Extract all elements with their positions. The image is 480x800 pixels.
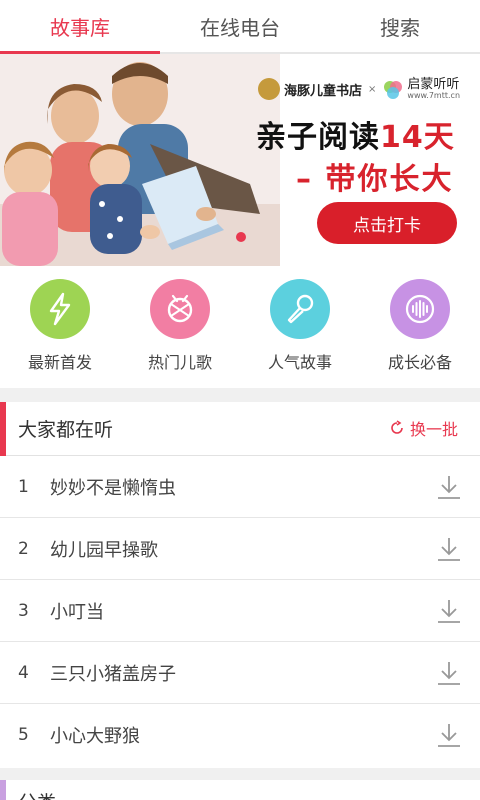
category-label: 人气故事: [267, 353, 332, 372]
download-icon[interactable]: [436, 721, 462, 749]
track-number: 5: [18, 725, 29, 745]
category-growth-essentials[interactable]: 成长必备: [360, 266, 480, 388]
drum-icon: [150, 279, 210, 339]
category-label: 热门儿歌: [147, 353, 212, 372]
section-accent-bar: [0, 780, 6, 800]
category-hot-songs[interactable]: 热门儿歌: [120, 266, 240, 388]
track-number: 3: [18, 600, 29, 621]
tab-online-radio[interactable]: 在线电台: [160, 0, 320, 52]
partner1-name: 海豚儿童书店: [284, 83, 363, 99]
category-label: 最新首发: [27, 353, 92, 372]
refresh-icon: [391, 420, 403, 434]
track-title: 幼儿园早操歌: [50, 539, 158, 561]
download-icon[interactable]: [436, 659, 462, 687]
refresh-label: 换一批: [409, 420, 458, 439]
download-icon[interactable]: [436, 473, 462, 501]
download-icon[interactable]: [436, 535, 462, 563]
soundwave-icon: [390, 279, 450, 339]
track-list: 1 妙妙不是懒惰虫 2 幼儿园早操歌 3 小叮当 4 三只小猪盖房子 5 小心大…: [0, 456, 480, 766]
promo-banner[interactable]: 海豚儿童书店 × 启蒙听听 www.7mtt.cn 亲子阅读14天 – 带你长大…: [0, 54, 480, 266]
section-header: 大家都在听 换一批: [0, 402, 480, 456]
track-title: 妙妙不是懒惰虫: [50, 477, 176, 499]
section-title: 分类: [18, 788, 56, 800]
track-number: 4: [18, 662, 29, 683]
partner-separator: ×: [368, 83, 377, 95]
popular-listening-section: 大家都在听 换一批 1 妙妙不是懒惰虫 2 幼儿园早操歌 3 小叮当 4 三只小…: [0, 402, 480, 768]
top-tab-bar: 故事库 在线电台 搜索: [0, 0, 480, 54]
section-accent-bar: [0, 402, 6, 456]
app-screen: 故事库 在线电台 搜索 海豚儿童书店 × 启蒙听听 www.7mtt.cn 亲子…: [0, 0, 480, 800]
headline-red: 14天: [380, 120, 455, 155]
partner-logos: 海豚儿童书店 × 启蒙听听 www.7mtt.cn: [258, 74, 472, 104]
track-title: 三只小猪盖房子: [50, 663, 176, 685]
tab-search[interactable]: 搜索: [320, 0, 480, 52]
track-row[interactable]: 4 三只小猪盖房子: [0, 642, 480, 704]
check-in-button[interactable]: 点击打卡: [317, 202, 457, 244]
category-section: 分类: [0, 780, 480, 800]
partner2-name: 启蒙听听: [407, 77, 460, 92]
track-title: 小心大野狼: [50, 726, 140, 747]
category-new-releases[interactable]: 最新首发: [0, 266, 120, 388]
track-row[interactable]: 3 小叮当: [0, 580, 480, 642]
track-number: 2: [18, 538, 29, 559]
lightning-icon: [30, 279, 90, 339]
track-title: 小叮当: [50, 601, 104, 623]
section-title: 大家都在听: [18, 419, 114, 441]
bookstore-logo-icon: [258, 78, 280, 100]
track-row[interactable]: 1 妙妙不是懒惰虫: [0, 456, 480, 518]
carousel-indicator-dot[interactable]: [236, 232, 246, 242]
banner-headline: 亲子阅读14天: [256, 112, 455, 156]
headline-black: 亲子阅读: [256, 120, 380, 155]
banner-subline: – 带你长大: [296, 162, 454, 197]
partner2-url: www.7mtt.cn: [407, 91, 461, 100]
refresh-batch-button[interactable]: 换一批: [389, 416, 458, 440]
category-grid: 最新首发 热门儿歌 人气故事 成长必备: [0, 266, 480, 388]
track-row[interactable]: 5 小心大野狼: [0, 704, 480, 766]
tab-story-library[interactable]: 故事库: [0, 0, 160, 54]
category-popular-stories[interactable]: 人气故事: [240, 266, 360, 388]
microphone-icon: [270, 279, 330, 339]
listen-brand-logo-icon: [384, 81, 403, 99]
track-row[interactable]: 2 幼儿园早操歌: [0, 518, 480, 580]
download-icon[interactable]: [436, 597, 462, 625]
track-number: 1: [18, 476, 29, 497]
category-label: 成长必备: [387, 353, 452, 372]
